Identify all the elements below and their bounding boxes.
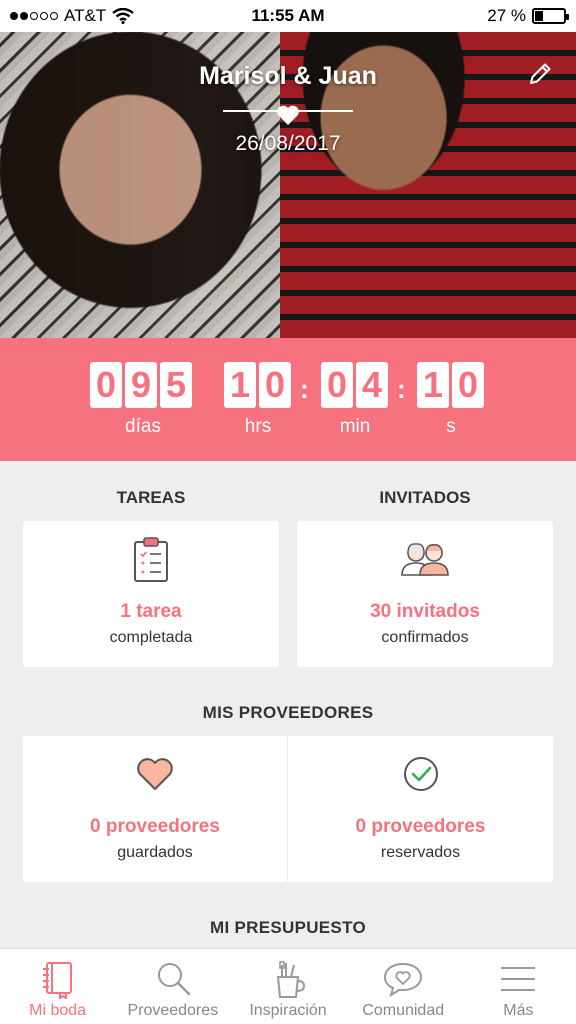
tab-inspiracion[interactable]: Inspiración <box>230 949 345 1024</box>
booked-vendors-card[interactable]: 0 proveedores reservados <box>288 736 553 882</box>
chat-heart-icon <box>384 962 423 998</box>
tab-label: Inspiración <box>249 1002 327 1019</box>
saved-vendors-card[interactable]: 0 proveedores guardados <box>23 736 287 882</box>
tab-label: Más <box>503 1002 534 1019</box>
wedding-date: 26/08/2017 <box>235 132 341 155</box>
tab-label: Mi boda <box>29 1002 87 1019</box>
carrier-label: AT&T <box>64 6 107 25</box>
saved-vendors-count: 0 proveedores <box>90 816 220 837</box>
countdown-days-label: días <box>125 416 161 437</box>
battery-icon <box>532 8 569 24</box>
signal-strength-icon <box>10 12 58 20</box>
budget-title: MI PRESUPUESTO <box>210 918 366 937</box>
tab-label: Comunidad <box>362 1002 445 1019</box>
countdown-minutes-label: min <box>339 416 371 437</box>
tab-label: Proveedores <box>127 1002 219 1019</box>
brushes-icon <box>276 961 306 998</box>
heart-divider-icon <box>277 105 299 125</box>
wifi-icon <box>112 8 134 24</box>
countdown-separator: : <box>397 374 406 404</box>
countdown-hours-label: hrs <box>244 416 272 437</box>
countdown-separator: : <box>300 374 309 404</box>
wedding-countdown: 0 9 5 1 0 : 0 4 : 1 0 días hrs min s <box>0 338 576 461</box>
booked-vendors-sub: reservados <box>380 844 461 861</box>
search-icon <box>157 963 190 996</box>
check-circle-icon <box>403 757 438 791</box>
tab-mi-boda[interactable]: Mi boda <box>0 949 115 1024</box>
tasks-card[interactable]: 1 tarea completada <box>23 521 279 667</box>
guests-title: INVITADOS <box>379 488 471 507</box>
countdown-digit: 0 <box>90 362 122 408</box>
guests-count: 30 invitados <box>370 601 480 622</box>
tasks-sub: completada <box>109 629 193 646</box>
tab-comunidad[interactable]: Comunidad <box>346 949 461 1024</box>
status-bar: AT&T 11:55 AM 27 % <box>0 0 576 32</box>
tab-bar: Mi boda Proveedores Inspiración Comunida… <box>0 948 576 1024</box>
battery-percent: 27 % <box>487 6 526 25</box>
heart-icon <box>137 758 173 790</box>
countdown-digit: 1 <box>417 362 449 408</box>
guests-card[interactable]: 30 invitados confirmados <box>297 521 553 667</box>
countdown-days: 0 9 5 <box>90 362 192 408</box>
countdown-digit: 5 <box>160 362 192 408</box>
couple-names: Marisol & Juan <box>199 62 377 90</box>
countdown-digit: 9 <box>125 362 157 408</box>
tab-mas[interactable]: Más <box>461 949 576 1024</box>
countdown-digit: 4 <box>356 362 388 408</box>
countdown-digit: 1 <box>224 362 256 408</box>
clipboard-icon <box>134 537 168 582</box>
status-right: 27 % <box>487 6 569 26</box>
tab-proveedores[interactable]: Proveedores <box>115 949 230 1024</box>
saved-vendors-sub: guardados <box>117 844 193 861</box>
countdown-hours: 1 0 <box>224 362 291 408</box>
couple-hero: Marisol & Juan 26/08/2017 <box>0 32 576 338</box>
countdown-seconds: 1 0 <box>417 362 484 408</box>
edit-pencil-icon[interactable] <box>526 60 554 88</box>
booked-vendors-count: 0 proveedores <box>355 816 486 837</box>
vendors-title: MIS PROVEEDORES <box>202 703 374 722</box>
tasks-count: 1 tarea <box>120 601 182 622</box>
guests-sub: confirmados <box>381 629 469 646</box>
menu-icon <box>501 967 536 991</box>
guests-icon <box>401 543 449 576</box>
countdown-minutes: 0 4 <box>321 362 388 408</box>
countdown-digit: 0 <box>452 362 484 408</box>
status-left: AT&T <box>10 6 134 26</box>
countdown-digit: 0 <box>259 362 291 408</box>
notebook-icon <box>42 962 72 999</box>
tasks-title: TAREAS <box>116 488 186 507</box>
countdown-digit: 0 <box>321 362 353 408</box>
countdown-seconds-label: s <box>446 416 456 437</box>
